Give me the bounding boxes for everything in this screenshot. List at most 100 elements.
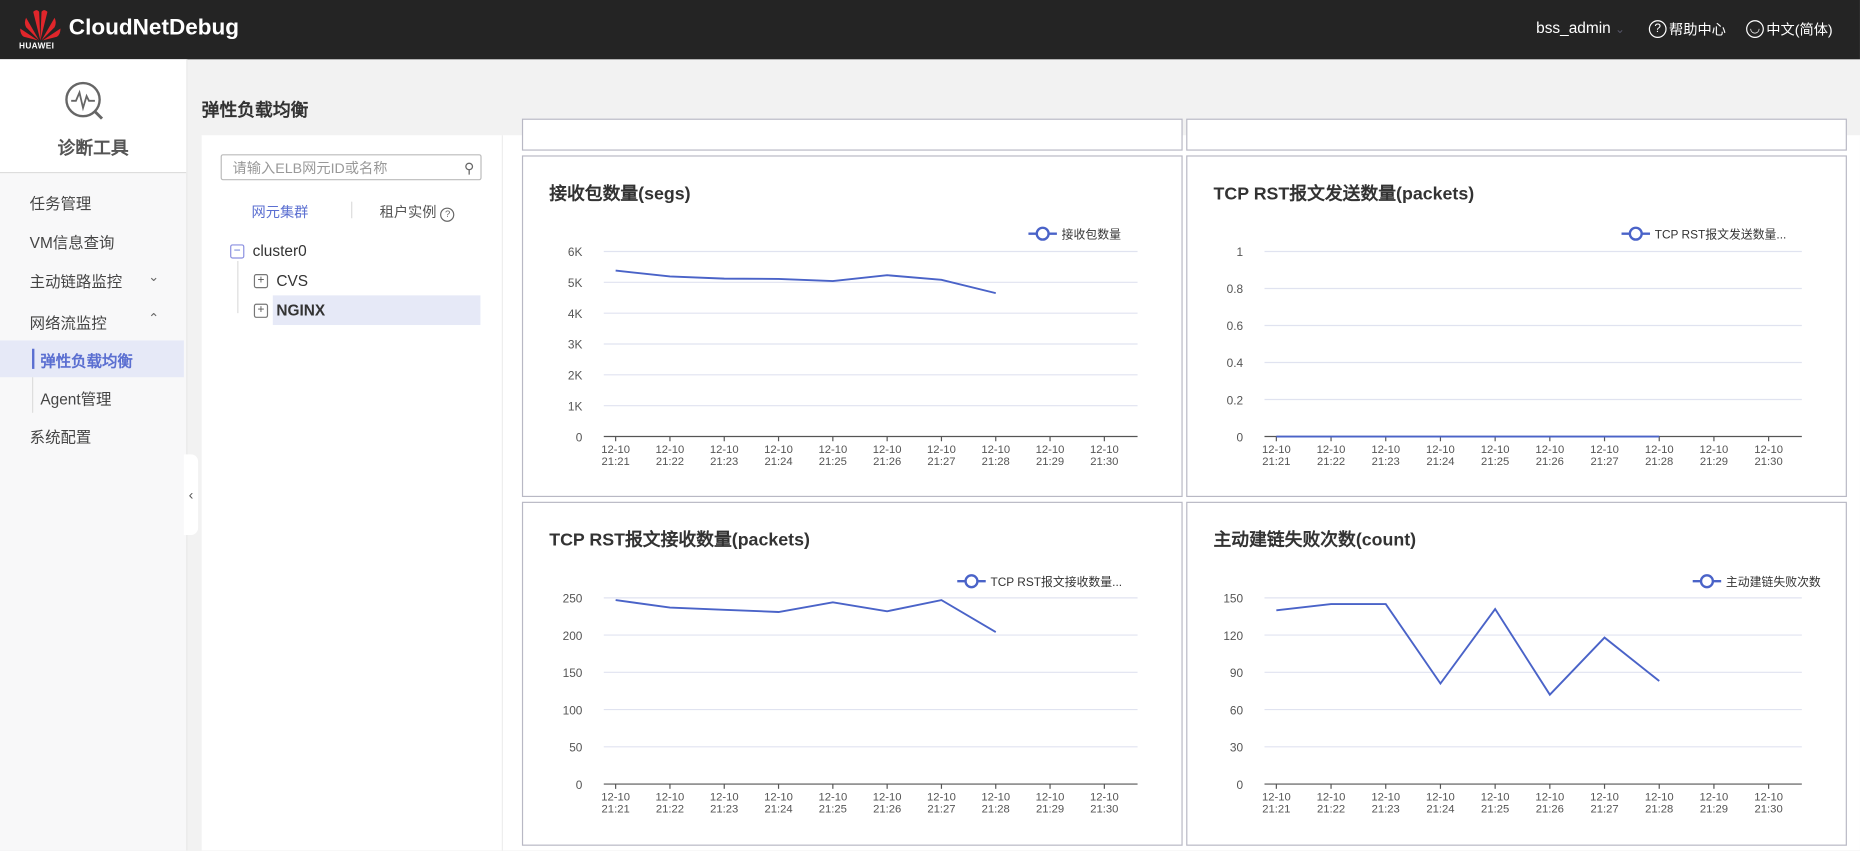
expand-icon[interactable]: + [254,273,268,287]
search-placeholder: 请输入ELB网元ID或名称 [232,160,387,177]
sidebar-item-elb[interactable]: 弹性负载均衡 [0,340,184,377]
sidebar-item-agent[interactable]: Agent管理 [40,387,111,410]
x-tick-label: 12-10 [1645,792,1674,804]
search-icon[interactable]: ⚲ [464,155,474,181]
expand-icon[interactable]: + [254,303,268,317]
legend-label: 接收包数量 [1062,227,1121,241]
x-tick-label: 12-10 [710,444,739,456]
sidebar-item-vm[interactable]: VM信息查询 [30,230,115,253]
tree-node-cvs[interactable]: +CVS [254,272,308,290]
y-tick-label: 200 [563,629,583,643]
x-tick-label: 12-10 [1535,444,1564,456]
y-tick-label: 100 [563,703,583,717]
sidebar-item-task[interactable]: 任务管理 [30,191,92,214]
collapse-icon[interactable]: − [230,244,244,258]
y-tick-label: 1K [568,399,583,413]
legend-marker-icon [1037,228,1049,240]
sidebar-collapse-button[interactable]: ‹ [184,454,198,535]
x-tick-label: 12-10 [1371,792,1400,804]
y-tick-label: 0 [576,778,583,792]
tab-tenant[interactable]: 租户实例 ? [380,202,455,222]
huawei-logo: HUAWEI [19,7,62,52]
x-tick-label: 12-10 [818,792,847,804]
chevron-down-icon: ⌄ [148,269,159,284]
tree-panel: 请输入ELB网元ID或名称 ⚲ 网元集群 租户实例 ? −cluster0 +CV… [202,135,503,850]
y-tick-label: 150 [563,666,583,680]
x-tick-label: 21:27 [927,804,955,816]
x-tick-label: 21:30 [1090,804,1118,816]
legend-marker-icon [1630,228,1642,240]
y-tick-label: 6K [568,245,583,259]
user-menu[interactable]: bss_admin ⌄ [1536,19,1625,37]
line-chart: 00.20.40.60.8112-1021:2112-1021:2212-102… [1187,157,1848,499]
x-tick-label: 21:21 [1262,804,1290,816]
x-tick-label: 21:29 [1036,804,1064,816]
x-tick-label: 21:23 [710,804,738,816]
x-tick-label: 12-10 [873,792,902,804]
x-tick-label: 12-10 [1262,444,1291,456]
top-header: HUAWEI CloudNetDebug bss_admin ⌄ ?帮助中心 ◡… [0,0,1860,59]
y-tick-label: 0.4 [1227,356,1244,370]
x-tick-label: 21:28 [1645,804,1673,816]
x-tick-label: 21:28 [982,804,1010,816]
chart-card-connect-failures: 主动建链失败次数(count)030609012015012-1021:2112… [1186,502,1847,846]
x-tick-label: 21:29 [1700,804,1728,816]
x-tick-label: 12-10 [601,792,630,804]
y-tick-label: 0 [1237,430,1244,444]
nav-label: Agent管理 [40,390,111,408]
y-tick-label: 0.8 [1227,282,1244,296]
x-tick-label: 12-10 [1481,792,1510,804]
y-tick-label: 30 [1230,741,1244,755]
chart-card-received-packets: 接收包数量(segs)01K2K3K4K5K6K12-1021:2112-102… [522,155,1183,497]
app-name: CloudNetDebug [69,15,239,41]
x-tick-label: 12-10 [1371,444,1400,456]
tab-cluster[interactable]: 网元集群 [251,202,308,222]
chart-card-rst-sent: TCP RST报文发送数量(packets)00.20.40.60.8112-1… [1186,155,1847,497]
x-tick-label: 21:27 [927,456,955,468]
x-tick-label: 21:25 [1481,456,1509,468]
question-icon: ? [1649,20,1667,38]
x-tick-label: 21:22 [1317,804,1345,816]
tree-node-nginx[interactable]: +NGINX [254,301,325,319]
search-input[interactable]: 请输入ELB网元ID或名称 ⚲ [221,154,482,180]
x-tick-label: 12-10 [1590,444,1619,456]
chart-card-partial [1186,119,1847,151]
legend-label: TCP RST报文发送数量... [1655,227,1787,241]
diagnosis-icon [62,78,109,125]
x-tick-label: 21:24 [1426,456,1454,468]
x-tick-label: 12-10 [764,792,793,804]
x-tick-label: 12-10 [710,792,739,804]
legend-marker-icon [1701,575,1713,587]
x-tick-label: 21:23 [710,456,738,468]
series-line [616,600,996,632]
x-tick-label: 12-10 [1754,444,1783,456]
y-tick-label: 60 [1230,703,1244,717]
x-tick-label: 21:24 [764,456,792,468]
sidebar-item-link-monitor[interactable]: 主动链路监控⌄ [30,269,123,292]
x-tick-label: 21:26 [873,456,901,468]
x-tick-label: 12-10 [981,444,1010,456]
tree-node-cluster0[interactable]: −cluster0 [230,242,307,260]
sidebar-item-flow-monitor[interactable]: 网络流监控⌃ [30,311,107,334]
help-center-link[interactable]: ?帮助中心 [1649,19,1726,39]
x-tick-label: 12-10 [927,444,956,456]
x-tick-label: 21:24 [764,804,792,816]
y-tick-label: 0.2 [1227,393,1243,407]
x-tick-label: 12-10 [656,444,685,456]
x-tick-label: 21:30 [1090,456,1118,468]
chevron-down-icon: ⌄ [1615,24,1625,37]
sidebar-item-config[interactable]: 系统配置 [30,425,92,448]
legend-label: TCP RST报文接收数量... [990,575,1122,589]
x-tick-label: 12-10 [981,792,1010,804]
y-tick-label: 4K [568,307,583,321]
help-icon[interactable]: ? [441,208,455,222]
x-tick-label: 12-10 [1700,444,1729,456]
x-tick-label: 21:28 [982,456,1010,468]
language-switch[interactable]: ◡中文(简体) [1746,19,1833,39]
line-chart: 030609012015012-1021:2112-1021:2212-1021… [1187,503,1848,847]
x-tick-label: 21:30 [1755,804,1783,816]
node-label: cluster0 [253,242,307,260]
x-tick-label: 12-10 [873,444,902,456]
x-tick-label: 12-10 [1090,792,1119,804]
x-tick-label: 21:21 [602,804,630,816]
